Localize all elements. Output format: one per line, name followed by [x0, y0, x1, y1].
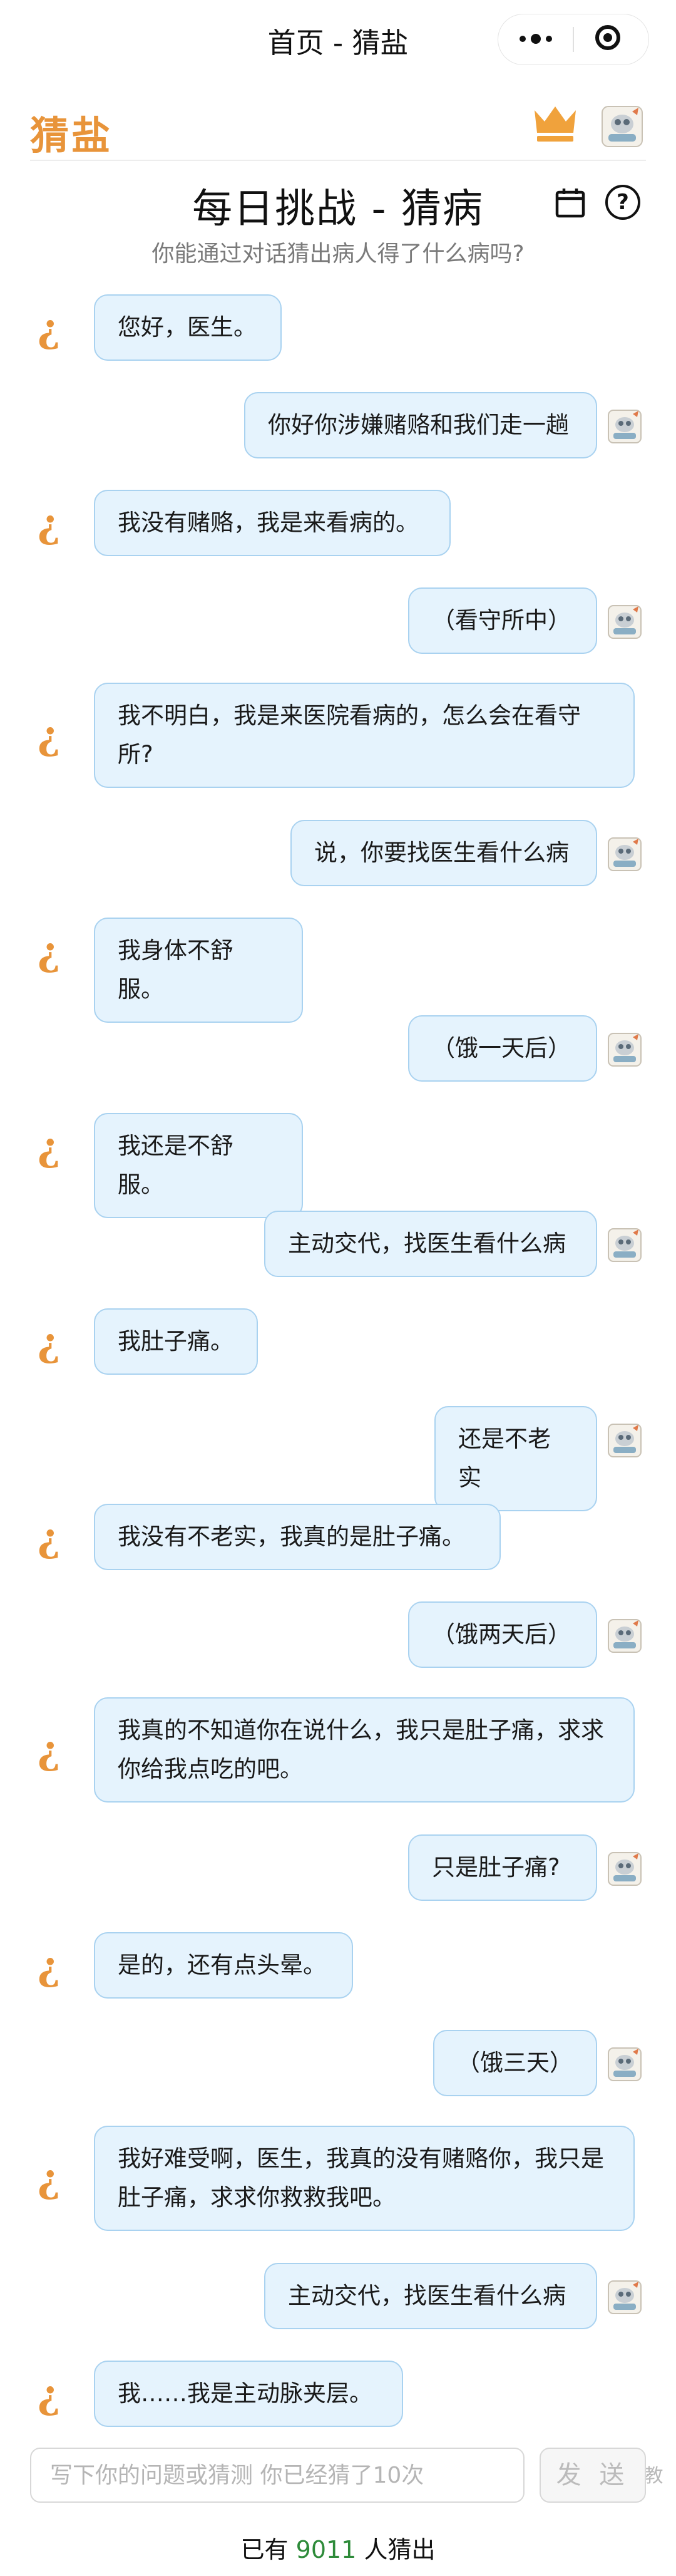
solved-count-number: 9011 [295, 2536, 357, 2563]
calendar-icon[interactable] [554, 187, 586, 219]
user-avatar [607, 1423, 642, 1458]
question-mark-icon: ¿ [38, 713, 61, 758]
mini-program-topbar: 首页 - 猜盐 [0, 0, 676, 78]
capsule-menu [498, 14, 649, 65]
user-avatar [607, 2047, 642, 2082]
message-bubble: （饿三天） [433, 2030, 597, 2096]
profile-avatar[interactable] [601, 105, 643, 148]
user-avatar [607, 1851, 642, 1886]
solved-count-suffix: 人猜出 [356, 2536, 436, 2563]
message-bubble: 说，你要找医生看什么病 [290, 820, 597, 886]
user-avatar [607, 2280, 642, 2315]
capsule-divider [573, 27, 574, 52]
question-mark-icon: ¿ [38, 501, 61, 547]
message-bubble: 只是肚子痛? [408, 1834, 597, 1901]
question-mark-icon: ¿ [38, 929, 61, 975]
solved-count-prefix: 已有 [240, 2536, 296, 2563]
question-mark-icon: ¿ [38, 1727, 61, 1773]
send-button[interactable]: 发 送 [540, 2448, 646, 2503]
message-bubble: 你好你涉嫌赌赂和我们走一趟 [244, 392, 597, 458]
question-mark-icon: ¿ [38, 1943, 61, 1989]
message-bubble: 是的，还有点头晕。 [94, 1932, 353, 1999]
question-mark-icon: ¿ [38, 2156, 61, 2201]
user-avatar [607, 837, 642, 872]
solved-count: 已有 9011 人猜出 [0, 2530, 676, 2565]
message-bubble: 我真的不知道你在说什么，我只是肚子痛，求求你给我点吃的吧。 [94, 1697, 635, 1803]
question-mark-icon: ¿ [38, 1320, 61, 1365]
app-logo[interactable]: 猜盐 [30, 104, 113, 160]
help-icon[interactable]: ? [605, 185, 640, 220]
challenge-subtitle: 你能通过对话猜出病人得了什么病吗? [151, 241, 525, 267]
question-mark-icon: ¿ [38, 306, 61, 351]
message-bubble: （饿一天后） [408, 1015, 597, 1082]
message-bubble: 还是不老实 [434, 1406, 597, 1511]
message-bubble: （看守所中） [408, 587, 597, 654]
user-avatar [607, 604, 642, 639]
message-bubble: 您好，医生。 [94, 294, 282, 361]
more-icon[interactable] [517, 32, 555, 47]
message-bubble: 主动交代，找医生看什么病 [264, 2263, 597, 2329]
message-bubble: 我不明白，我是来医院看病的，怎么会在看守所? [94, 683, 635, 788]
message-bubble: 我肚子痛。 [94, 1308, 258, 1375]
message-bubble: 我没有不老实，我真的是肚子痛。 [94, 1504, 501, 1570]
user-avatar [607, 409, 642, 444]
question-mark-icon: ¿ [38, 1124, 61, 1170]
message-bubble: 我身体不舒服。 [94, 918, 303, 1023]
question-input[interactable] [30, 2448, 525, 2503]
message-bubble: 我……我是主动脉夹层。 [94, 2361, 403, 2427]
message-bubble: 我好难受啊，医生，我真的没有赌赂你，我只是肚子痛，求求你救救我吧。 [94, 2126, 635, 2231]
header-divider [30, 160, 646, 161]
user-avatar [607, 1618, 642, 1653]
question-mark-icon: ¿ [38, 2372, 61, 2418]
crown-icon[interactable] [531, 101, 580, 144]
user-avatar [607, 1228, 642, 1263]
message-bubble: （饿两天后） [408, 1601, 597, 1668]
question-mark-icon: ¿ [38, 1515, 61, 1561]
message-bubble: 我还是不舒服。 [94, 1113, 303, 1218]
user-avatar [607, 1032, 642, 1067]
close-icon[interactable] [595, 25, 620, 50]
message-bubble: 我没有赌赂，我是来看病的。 [94, 490, 451, 556]
message-bubble: 主动交代，找医生看什么病 [264, 1211, 597, 1277]
